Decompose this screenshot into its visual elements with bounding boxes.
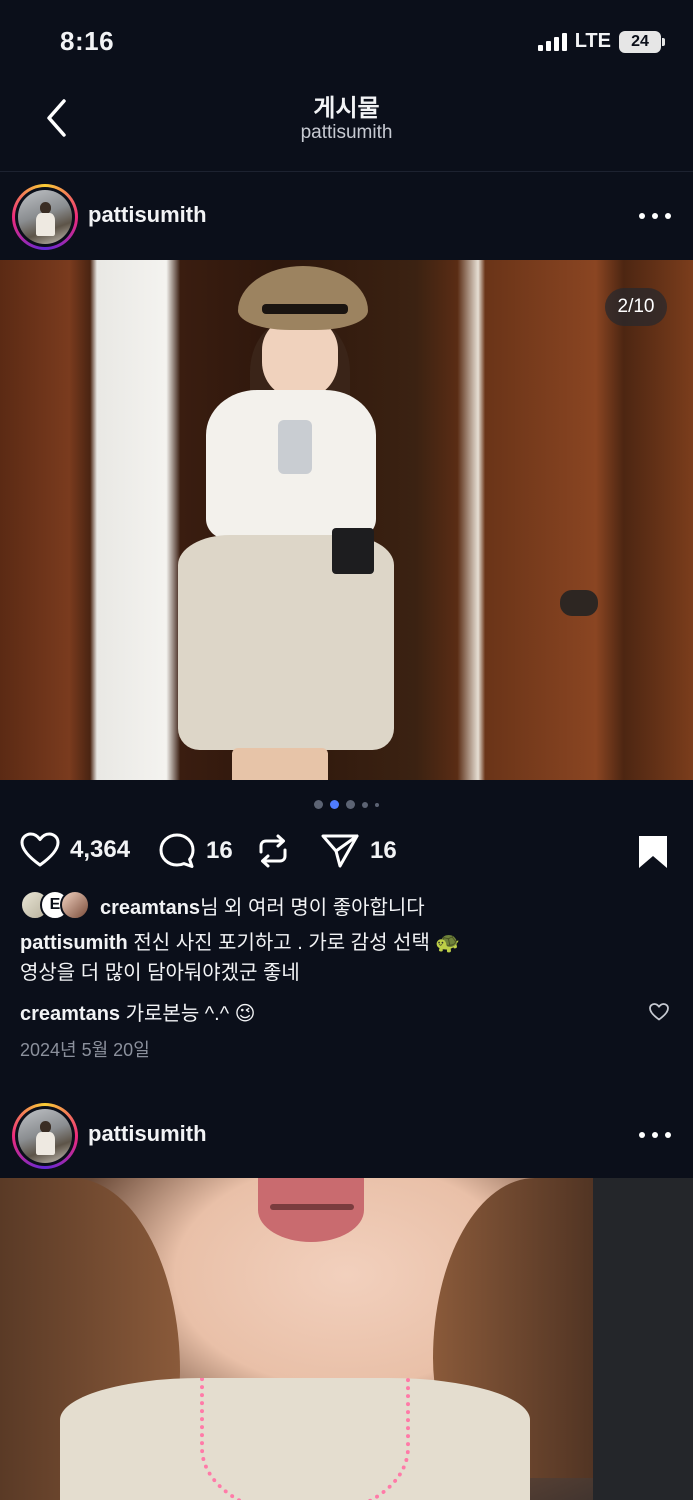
- image-counter-badge: 2/10: [605, 288, 667, 326]
- comment-count: 16: [206, 837, 233, 864]
- status-time: 8:16: [60, 26, 115, 56]
- carousel-dot: [314, 800, 323, 809]
- comment-button[interactable]: 16: [158, 832, 233, 870]
- comment-preview[interactable]: creamtans 가로본능 ^.^ 😉: [20, 997, 256, 1026]
- nav-header: 게시물 pattisumith: [0, 82, 693, 172]
- like-count: 4,364: [70, 836, 131, 863]
- comment-icon: [159, 833, 195, 868]
- signal-icon: [537, 32, 567, 51]
- repost-button[interactable]: [254, 832, 292, 870]
- repost-icon: [259, 834, 287, 868]
- caption-username[interactable]: pattisumith: [20, 932, 128, 954]
- post-username[interactable]: pattisumith: [88, 202, 207, 228]
- caption-text: 전신 사진 포기하고 . 가로 감성 선택 🐢: [133, 932, 461, 954]
- post-header: pattisumith: [0, 1095, 693, 1175]
- more-icon: [639, 1132, 645, 1138]
- action-bar: 4,364 16 16: [0, 828, 693, 876]
- battery-icon: 24: [619, 30, 665, 53]
- status-bar: 8:16 LTE 24: [0, 0, 693, 82]
- liked-by[interactable]: E creamtans님 외 여러 명이 좋아합니다: [20, 890, 425, 920]
- page-subtitle[interactable]: pattisumith: [0, 122, 693, 144]
- post-username[interactable]: pattisumith: [88, 1121, 207, 1147]
- more-icon: [639, 213, 645, 219]
- status-indicators: LTE 24: [537, 30, 665, 53]
- bookmark-icon: [639, 836, 667, 868]
- post-caption: pattisumith 전신 사진 포기하고 . 가로 감성 선택 🐢 영상을 …: [20, 928, 660, 988]
- avatar[interactable]: [12, 184, 78, 250]
- carousel-indicator: [0, 800, 693, 809]
- more-button[interactable]: [639, 204, 671, 228]
- more-button[interactable]: [639, 1123, 671, 1147]
- battery-level: 24: [631, 32, 649, 50]
- avatar[interactable]: [12, 1103, 78, 1169]
- bookmark-button[interactable]: [637, 834, 669, 875]
- post-image[interactable]: 2/10: [0, 260, 693, 780]
- caption-text-line2: 영상을 더 많이 담아둬야겠군 좋네: [20, 962, 300, 984]
- carousel-dot: [346, 800, 355, 809]
- heart-icon: [649, 1003, 669, 1021]
- carousel-dot-active: [330, 800, 339, 809]
- post-header: pattisumith: [0, 176, 693, 256]
- like-button[interactable]: 4,364: [20, 832, 130, 868]
- liked-by-text: creamtans님 외 여러 명이 좋아합니다: [100, 896, 425, 919]
- post-date: 2024년 5월 20일: [20, 1040, 150, 1060]
- carousel-dot: [362, 801, 368, 808]
- comment-username[interactable]: creamtans: [20, 1003, 120, 1025]
- comment-text: 가로본능 ^.^ 😉: [125, 1003, 256, 1025]
- heart-icon: [20, 832, 60, 867]
- share-count: 16: [370, 837, 397, 864]
- comment-like-button[interactable]: [649, 1003, 669, 1026]
- network-label: LTE: [574, 30, 611, 52]
- liked-avatar: [60, 890, 90, 920]
- post-image[interactable]: [0, 1178, 693, 1500]
- page-title: 게시물: [313, 95, 380, 122]
- send-icon: [321, 834, 359, 868]
- send-button[interactable]: 16: [320, 832, 397, 870]
- carousel-dot: [375, 802, 379, 807]
